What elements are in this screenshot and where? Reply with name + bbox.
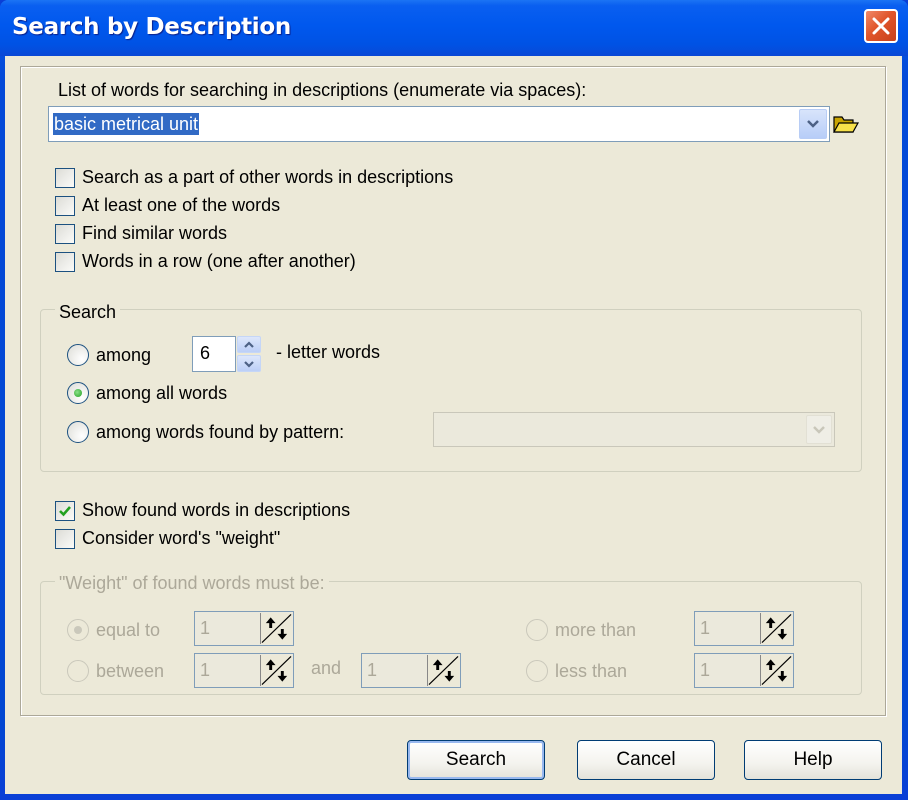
- checkbox-partial-words[interactable]: [55, 168, 75, 188]
- words-input[interactable]: basic metrical unit: [53, 113, 200, 135]
- less-than-value: 1: [700, 660, 711, 680]
- updown-arrows-icon[interactable]: [760, 655, 792, 686]
- updown-arrows-icon[interactable]: [427, 655, 459, 686]
- radio-equal-to[interactable]: [67, 619, 89, 641]
- checkbox-words-in-row-label[interactable]: Words in a row (one after another): [82, 251, 356, 272]
- updown-arrows-icon[interactable]: [260, 613, 292, 644]
- checkbox-similar-words[interactable]: [55, 224, 75, 244]
- chevron-down-icon: [807, 120, 819, 128]
- more-than-value: 1: [700, 618, 711, 638]
- checkbox-at-least-one[interactable]: [55, 196, 75, 216]
- cancel-button[interactable]: Cancel: [577, 740, 715, 780]
- dialog-body: List of words for searching in descripti…: [5, 56, 902, 794]
- open-folder-icon[interactable]: [833, 114, 859, 134]
- less-than-spinner[interactable]: 1: [694, 653, 794, 688]
- radio-more-than-label[interactable]: more than: [555, 620, 636, 641]
- checkbox-similar-words-label[interactable]: Find similar words: [82, 223, 227, 244]
- and-label: and: [311, 658, 342, 678]
- title-bar[interactable]: Search by Description: [0, 0, 908, 56]
- letter-count-spinner[interactable]: [237, 336, 261, 372]
- search-group-legend: Search: [55, 302, 121, 323]
- checkbox-words-in-row[interactable]: [55, 252, 75, 272]
- weight-group-legend: "Weight" of found words must be:: [55, 573, 329, 594]
- search-button[interactable]: Search: [407, 740, 545, 780]
- updown-arrows-icon[interactable]: [760, 613, 792, 644]
- words-combobox[interactable]: basic metrical unit: [48, 106, 830, 142]
- between-from-value: 1: [200, 660, 211, 680]
- checkbox-show-found-label[interactable]: Show found words in descriptions: [82, 500, 350, 521]
- radio-pattern-label[interactable]: among words found by pattern:: [96, 422, 344, 443]
- radio-among-n-letter[interactable]: [67, 344, 89, 366]
- radio-selected-dot: [74, 626, 82, 634]
- checkbox-consider-weight-label[interactable]: Consider word's "weight": [82, 528, 280, 549]
- letter-count-value: 6: [200, 343, 211, 363]
- between-from-spinner[interactable]: 1: [194, 653, 294, 688]
- radio-selected-dot: [74, 389, 82, 397]
- radio-between[interactable]: [67, 660, 89, 682]
- radio-pattern[interactable]: [67, 421, 89, 443]
- radio-among-all-words[interactable]: [67, 382, 89, 404]
- letter-count-input[interactable]: 6: [192, 336, 236, 372]
- equal-to-spinner[interactable]: 1: [194, 611, 294, 646]
- radio-less-than-label[interactable]: less than: [555, 661, 627, 682]
- radio-equal-to-label[interactable]: equal to: [96, 620, 160, 641]
- chevron-down-icon: [244, 360, 254, 368]
- radio-between-label[interactable]: between: [96, 661, 164, 682]
- checkbox-partial-words-label[interactable]: Search as a part of other words in descr…: [82, 167, 453, 188]
- close-x-icon: [872, 17, 890, 35]
- pattern-combobox[interactable]: [433, 412, 835, 447]
- checkbox-consider-weight[interactable]: [55, 529, 75, 549]
- chevron-up-icon: [244, 340, 254, 348]
- words-dropdown-button[interactable]: [799, 109, 827, 139]
- pattern-dropdown-button[interactable]: [806, 415, 832, 444]
- between-to-spinner[interactable]: 1: [361, 653, 461, 688]
- checkbox-show-found[interactable]: [55, 501, 75, 521]
- radio-among-all-words-label[interactable]: among all words: [96, 383, 227, 404]
- equal-to-value: 1: [200, 618, 211, 638]
- window-title: Search by Description: [12, 14, 291, 40]
- words-label: List of words for searching in descripti…: [58, 80, 587, 100]
- help-button[interactable]: Help: [744, 740, 882, 780]
- updown-arrows-icon[interactable]: [260, 655, 292, 686]
- radio-more-than[interactable]: [526, 619, 548, 641]
- spin-down-button[interactable]: [237, 355, 261, 372]
- checkbox-at-least-one-label[interactable]: At least one of the words: [82, 195, 280, 216]
- spin-up-button[interactable]: [237, 336, 261, 353]
- letter-words-label: - letter words: [276, 342, 381, 362]
- checkmark-icon: [59, 506, 71, 517]
- radio-less-than[interactable]: [526, 660, 548, 682]
- chevron-down-icon: [813, 425, 825, 434]
- close-button[interactable]: [864, 9, 898, 43]
- more-than-spinner[interactable]: 1: [694, 611, 794, 646]
- between-to-value: 1: [367, 660, 378, 680]
- dialog-window: Search by Description List of words for …: [0, 0, 908, 800]
- radio-among-n-letter-label[interactable]: among: [96, 345, 151, 366]
